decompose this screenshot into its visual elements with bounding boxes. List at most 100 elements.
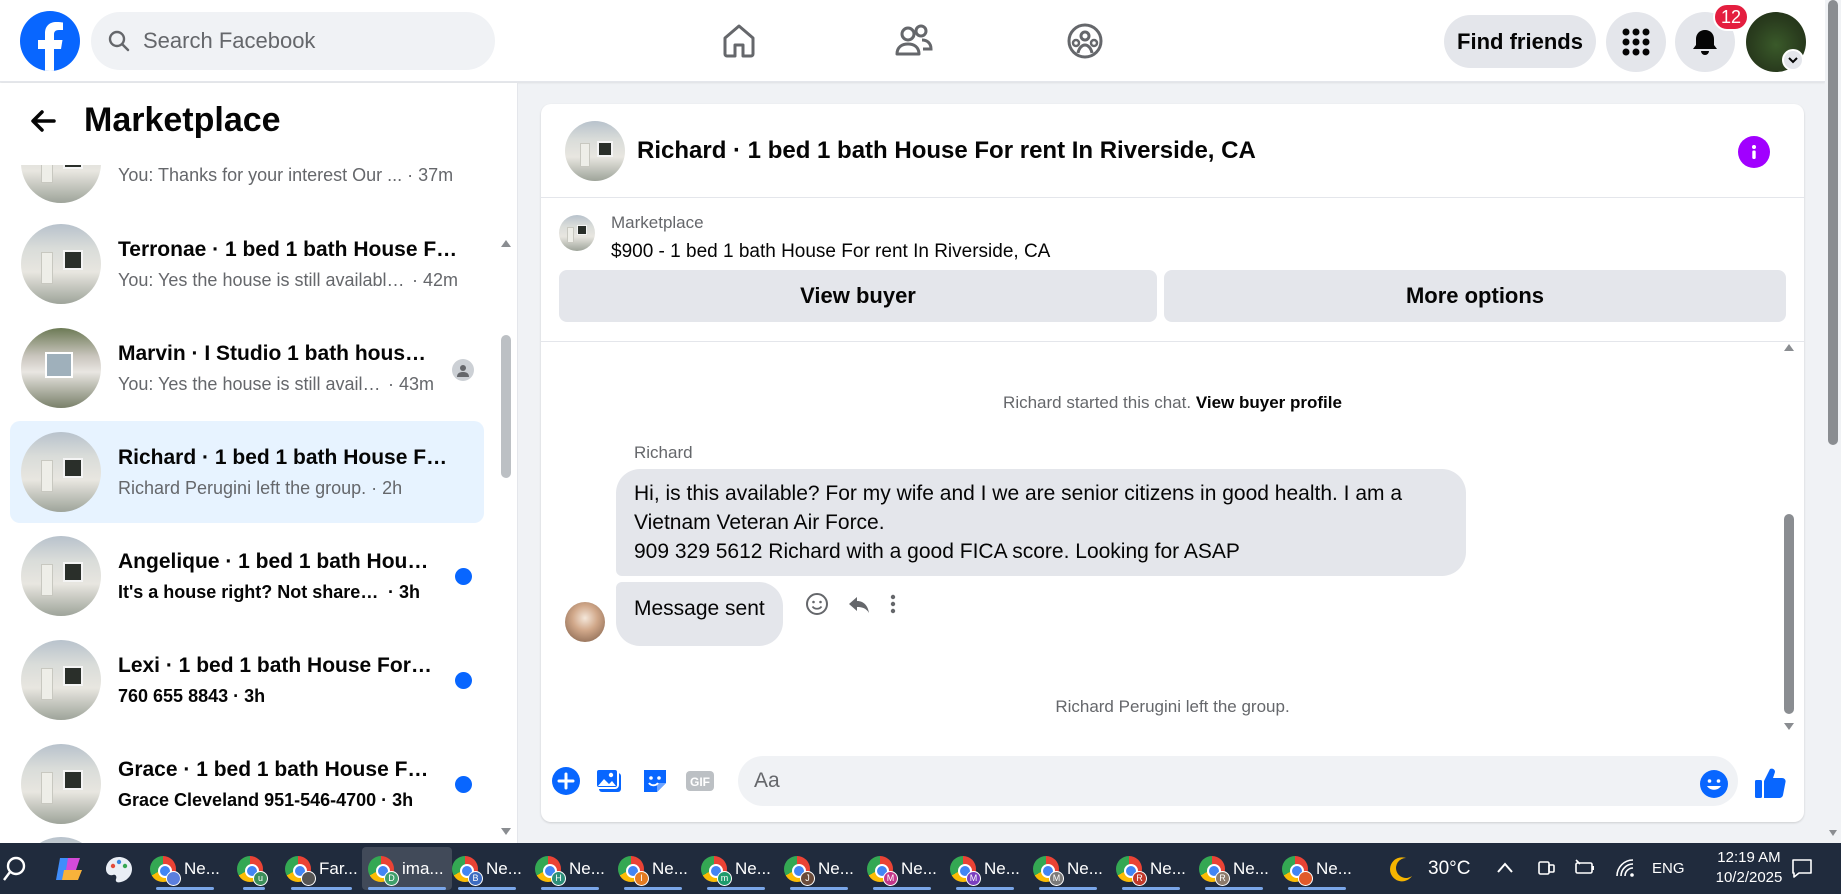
taskbar-chrome-window[interactable]: R Ne...	[1199, 847, 1269, 890]
svg-text:GIF: GIF	[690, 775, 710, 789]
copilot-icon[interactable]	[54, 854, 84, 884]
windows-taskbar: Ne... u Far... D ima... B Ne... H Ne... …	[0, 843, 1841, 894]
taskbar-chrome-window[interactable]: Far...	[285, 847, 358, 890]
emoji-icon[interactable]	[805, 592, 829, 616]
clock-time: 12:19 AM	[1717, 849, 1781, 866]
taskbar-chrome-window[interactable]: J Ne...	[784, 847, 854, 890]
listing-thumbnail	[21, 165, 101, 203]
friends-icon[interactable]	[883, 16, 943, 66]
search-input[interactable]	[143, 28, 443, 54]
taskbar-chrome-window[interactable]: I Ne...	[618, 847, 688, 890]
taskbar-chrome-window[interactable]: B Ne...	[452, 847, 522, 890]
reply-icon[interactable]	[847, 592, 871, 616]
view-buyer-button[interactable]: View buyer	[559, 270, 1157, 322]
taskbar-chrome-window[interactable]: H Ne...	[535, 847, 605, 890]
chat-scrollbar[interactable]	[1781, 342, 1797, 732]
conversation-snippet: You: Thanks for your interest Our ... · …	[118, 165, 454, 185]
message-bubble[interactable]: Message sent	[616, 582, 783, 646]
home-icon[interactable]	[709, 16, 769, 66]
paint-icon[interactable]	[104, 854, 134, 884]
gif-icon[interactable]: GIF	[685, 766, 715, 796]
message-bubble[interactable]: Hi, is this available? For my wife and I…	[616, 469, 1466, 576]
menu-grid-icon	[1622, 28, 1650, 56]
snippet-time: 37m	[418, 165, 454, 185]
chrome-icon: B	[452, 855, 483, 886]
message-input-field[interactable]	[738, 756, 1738, 806]
search-icon[interactable]	[2, 855, 28, 883]
listing-title[interactable]: $900 - 1 bed 1 bath House For rent In Ri…	[611, 241, 1050, 263]
taskbar-chrome-window-active[interactable]: D ima...	[362, 847, 452, 890]
snippet-text: Grace Cleveland 951-546-4700	[118, 789, 377, 810]
taskbar-chrome-window[interactable]: Ne...	[1282, 847, 1352, 890]
snippet-text: Richard Perugini left the group.	[118, 477, 367, 498]
chat-title[interactable]: Richard · 1 bed 1 bath House For rent In…	[637, 137, 1256, 165]
facebook-logo[interactable]	[20, 11, 80, 71]
seen-avatar-icon	[452, 359, 474, 381]
more-options-button[interactable]: More options	[1164, 270, 1786, 322]
message-input[interactable]	[754, 769, 1654, 793]
taskbar-chrome-window[interactable]: M Ne...	[1033, 847, 1103, 890]
back-arrow-icon[interactable]	[28, 106, 58, 136]
taskbar-chrome-window[interactable]: m Ne...	[701, 847, 771, 890]
plus-icon[interactable]	[551, 766, 581, 796]
battery-icon[interactable]	[1574, 858, 1596, 878]
taskbar-chrome-window[interactable]: R Ne...	[1116, 847, 1186, 890]
taskbar-window-label: Ne...	[901, 858, 937, 878]
conversation-item[interactable]: Angelique · 1 bed 1 bath House For rent …	[10, 525, 484, 627]
conversation-list-scrollbar[interactable]	[500, 240, 512, 478]
clock-date: 10/2/2025	[1715, 869, 1783, 886]
account-chevron-down-icon[interactable]	[1782, 49, 1804, 71]
page-title: Marketplace	[84, 101, 281, 139]
chevron-up-icon[interactable]	[1496, 861, 1514, 875]
photo-icon[interactable]	[595, 766, 625, 796]
page-scrollbar[interactable]	[1825, 0, 1841, 843]
chrome-icon: M	[950, 855, 981, 886]
taskbar-chrome-window[interactable]: u	[237, 847, 271, 890]
weather-widget[interactable]: 30°C	[1386, 843, 1470, 894]
conversation-item-active[interactable]: Richard · 1 bed 1 bath House For rent In…	[10, 421, 484, 523]
scrollbar-thumb[interactable]	[1828, 0, 1838, 445]
left-group-notice: Richard Perugini left the group.	[1055, 697, 1290, 716]
chrome-icon: M	[1033, 855, 1064, 886]
scrollbar-thumb[interactable]	[1784, 514, 1794, 714]
chrome-icon: M	[867, 855, 898, 886]
chat-listing-thumbnail[interactable]	[565, 120, 625, 181]
taskbar-window-label: Ne...	[486, 858, 522, 878]
teams-icon[interactable]	[1536, 858, 1556, 878]
taskbar-chrome-window[interactable]: Ne...	[150, 847, 220, 890]
sender-avatar[interactable]	[565, 602, 605, 642]
taskbar-window-label: ima...	[402, 858, 444, 878]
search-bar[interactable]	[91, 12, 495, 70]
view-buyer-profile-link[interactable]: View buyer profile	[1196, 393, 1342, 412]
conversation-item[interactable]: You: Thanks for your interest Our ... · …	[10, 165, 484, 215]
menu-grid-button[interactable]	[1606, 12, 1666, 72]
sticker-icon[interactable]	[640, 766, 670, 796]
thumbs-up-icon[interactable]	[1753, 766, 1787, 800]
emoji-picker-icon[interactable]	[1699, 769, 1729, 799]
more-icon[interactable]	[889, 592, 897, 616]
snippet-time: 3h	[399, 581, 421, 602]
info-icon[interactable]	[1738, 136, 1770, 168]
search-icon	[108, 30, 130, 52]
notification-center-icon[interactable]	[1790, 856, 1814, 880]
wifi-icon[interactable]	[1614, 857, 1636, 879]
system-clock[interactable]: 12:19 AM 10/2/2025	[1700, 848, 1798, 888]
taskbar-window-label: Ne...	[1067, 858, 1103, 878]
scrollbar-thumb[interactable]	[501, 335, 511, 478]
language-indicator[interactable]: ENG	[1652, 843, 1685, 894]
conversation-item[interactable]: Lexi · 1 bed 1 bath House For rent In Ri…	[10, 629, 484, 731]
conversation-item[interactable]: Grace · 1 bed 1 bath House For rent In R…	[10, 733, 484, 835]
chrome-icon: H	[535, 855, 566, 886]
taskbar-chrome-window[interactable]: M Ne...	[867, 847, 937, 890]
chat-window: Richard · 1 bed 1 bath House For rent In…	[541, 104, 1804, 822]
taskbar-window-label: Ne...	[984, 858, 1020, 878]
scroll-down-arrow-icon[interactable]	[500, 827, 512, 837]
conversation-item[interactable]: Marvin · I Studio 1 bath house For rent …	[10, 317, 484, 419]
conversation-item[interactable]: Terronae · 1 bed 1 bath House For rent I…	[10, 213, 484, 315]
groups-icon[interactable]	[1055, 16, 1115, 66]
conversation-name: Grace · 1 bed 1 bath House For rent In R…	[118, 757, 433, 781]
chrome-icon: R	[1116, 855, 1147, 886]
chrome-icon: R	[1199, 855, 1230, 886]
taskbar-chrome-window[interactable]: M Ne...	[950, 847, 1020, 890]
find-friends-button[interactable]: Find friends	[1444, 15, 1596, 68]
